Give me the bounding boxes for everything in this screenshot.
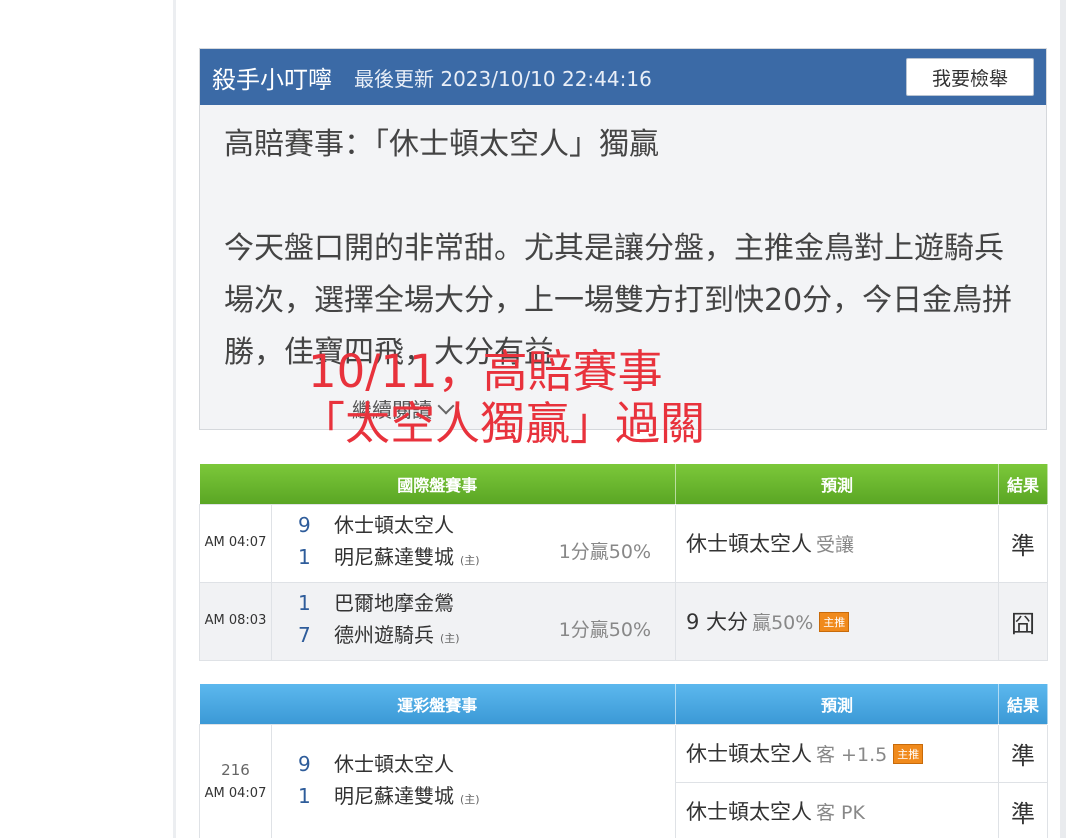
result-win: 準 bbox=[998, 503, 1049, 583]
header-lottery-matches: 運彩盤賽事 bbox=[199, 684, 677, 724]
home-team: 德州遊騎兵 bbox=[334, 623, 434, 647]
match-time: AM 04:07 bbox=[199, 503, 272, 583]
intl-odds-table: 國際盤賽事 預測 結果 AM 04:07 9 休士頓太空人 1 明尼蘇達雙城 (主) … bbox=[199, 464, 1049, 661]
prediction-pick: 休士頓太空人 bbox=[686, 532, 813, 556]
home-tag: (主) bbox=[460, 793, 480, 806]
home-score: 1 bbox=[298, 784, 311, 808]
matchup[interactable]: 9 休士頓太空人 1 明尼蘇達雙城 (主) 1分贏50% bbox=[270, 503, 677, 583]
header-prediction: 預測 bbox=[675, 684, 1000, 724]
match-time: AM 08:03 bbox=[199, 581, 272, 661]
prediction-pick: 休士頓太空人 bbox=[686, 742, 813, 766]
overlay-caption: 10/11，高賠賽事 「太空人獨贏」過關 bbox=[300, 346, 705, 450]
prediction-cell: 休士頓太空人客 +1.5 主推 bbox=[675, 723, 1000, 783]
prediction-pick: 9 大分 bbox=[686, 610, 749, 634]
match-time: 216 AM 04:07 bbox=[199, 723, 272, 838]
table-row[interactable]: AM 04:07 9 休士頓太空人 1 明尼蘇達雙城 (主) 1分贏50% 休士頓太空… bbox=[199, 503, 1049, 583]
scrollbar-track[interactable] bbox=[1060, 0, 1066, 838]
result-win: 準 bbox=[998, 723, 1049, 783]
prediction-sub: 受讓 bbox=[816, 534, 855, 556]
table-header: 運彩盤賽事 預測 結果 bbox=[199, 684, 1049, 724]
handicap-line: 1分贏50% bbox=[558, 540, 652, 563]
home-score: 7 bbox=[298, 623, 311, 647]
away-score: 1 bbox=[298, 591, 311, 615]
lottery-odds-table: 運彩盤賽事 預測 結果 216 AM 04:07 9 休士頓太空人 1 明尼蘇達雙城… bbox=[199, 684, 1049, 838]
prediction-cell: 9 大分 贏50% 主推 bbox=[675, 581, 1000, 661]
prediction-sub: 客 PK bbox=[816, 802, 865, 824]
prediction-cell: 休士頓太空人客 PK bbox=[675, 781, 1000, 838]
home-tag: (主) bbox=[460, 554, 480, 567]
result-loss: 囧 bbox=[998, 581, 1049, 661]
home-team: 明尼蘇達雙城 bbox=[334, 545, 454, 569]
home-tag: (主) bbox=[440, 632, 460, 645]
game-number: 216 bbox=[221, 761, 250, 779]
away-team: 休士頓太空人 bbox=[334, 752, 454, 776]
home-score: 1 bbox=[298, 545, 311, 569]
matchup[interactable]: 9 休士頓太空人 1 明尼蘇達雙城 (主) bbox=[270, 723, 677, 838]
time-label: AM 04:07 bbox=[204, 786, 267, 801]
away-team: 巴爾地摩金鶯 bbox=[334, 591, 454, 615]
result-win: 準 bbox=[998, 781, 1049, 838]
matchup[interactable]: 1 巴爾地摩金鶯 7 德州遊騎兵 (主) 1分贏50% bbox=[270, 581, 677, 661]
post-author[interactable]: 殺手小叮嚀 bbox=[212, 60, 332, 95]
handicap-line: 1分贏50% bbox=[558, 618, 652, 641]
away-score: 9 bbox=[298, 752, 311, 776]
header-prediction: 預測 bbox=[675, 464, 1000, 504]
home-team: 明尼蘇達雙城 bbox=[334, 784, 454, 808]
table-header: 國際盤賽事 預測 結果 bbox=[199, 464, 1049, 504]
top-pick-badge: 主推 bbox=[893, 744, 924, 764]
prediction-pick: 休士頓太空人 bbox=[686, 800, 813, 824]
overlay-line-1: 10/11，高賠賽事 bbox=[308, 345, 663, 398]
away-score: 9 bbox=[298, 513, 311, 537]
table-row[interactable]: 216 AM 04:07 9 休士頓太空人 1 明尼蘇達雙城 (主) 休士頓太空人客 … bbox=[199, 723, 1049, 838]
overlay-line-2: 「太空人獨贏」過關 bbox=[300, 397, 706, 450]
prediction-sub: 贏50% bbox=[752, 612, 814, 634]
post-update-time: 最後更新 2023/10/10 22:44:16 bbox=[354, 66, 652, 91]
report-button[interactable]: 我要檢舉 bbox=[906, 58, 1034, 96]
post-title: 高賠賽事：「休士頓太空人」獨贏 bbox=[224, 127, 659, 162]
away-team: 休士頓太空人 bbox=[334, 513, 454, 537]
prediction-sub: 客 +1.5 bbox=[816, 744, 888, 766]
header-result: 結果 bbox=[998, 684, 1049, 724]
header-result: 結果 bbox=[998, 464, 1049, 504]
header-intl-matches: 國際盤賽事 bbox=[199, 464, 677, 504]
post-header: 殺手小叮嚀 最後更新 2023/10/10 22:44:16 我要檢舉 bbox=[200, 49, 1046, 105]
left-gutter bbox=[0, 0, 176, 838]
table-row[interactable]: AM 08:03 1 巴爾地摩金鶯 7 德州遊騎兵 (主) 1分贏50% 9 大分 贏5… bbox=[199, 581, 1049, 661]
top-pick-badge: 主推 bbox=[819, 612, 850, 632]
prediction-cell: 休士頓太空人 受讓 bbox=[675, 503, 1000, 583]
